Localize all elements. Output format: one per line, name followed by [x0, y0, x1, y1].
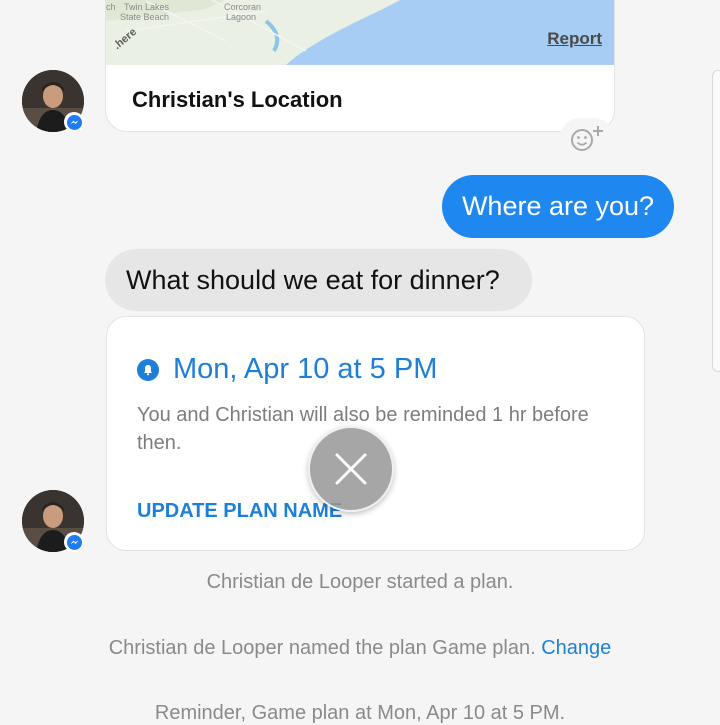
messenger-bolt-icon	[70, 540, 78, 544]
map-label: Lagoon	[226, 12, 257, 22]
location-card[interactable]: ch Twin Lakes State Beach Corcoran Lagoo…	[105, 0, 615, 132]
location-title: Christian's Location	[132, 87, 343, 112]
system-message-started: Christian de Looper started a plan.	[0, 571, 720, 594]
map-label: ch	[106, 2, 116, 12]
report-link[interactable]: Report	[547, 29, 602, 49]
smiley-plus-icon	[571, 126, 603, 151]
system-message-named: Christian de Looper named the plan Game …	[0, 637, 720, 660]
map-label: Twin Lakes	[124, 2, 170, 12]
system-message-reminder: Reminder, Game plan at Mon, Apr 10 at 5 …	[0, 702, 720, 725]
map-label: Corcoran	[224, 2, 262, 12]
system-text: Christian de Looper named the plan Game …	[108, 637, 536, 659]
system-text: Reminder, Game plan at Mon, Apr 10 at 5 …	[154, 702, 566, 724]
map-graphic	[106, 0, 614, 65]
messenger-badge-icon	[64, 112, 84, 132]
messenger-badge-icon	[64, 532, 84, 552]
system-text: Christian de Looper started a plan.	[206, 571, 514, 593]
map-preview[interactable]: ch Twin Lakes State Beach Corcoran Lagoo…	[106, 0, 614, 65]
map-label: State Beach	[120, 12, 170, 22]
outgoing-message[interactable]: Where are you?	[442, 175, 674, 238]
update-plan-name-button[interactable]: UPDATE PLAN NAME	[137, 500, 342, 523]
change-plan-name-link[interactable]: Change	[541, 637, 611, 659]
side-panel-edge[interactable]	[712, 70, 720, 372]
add-reaction-button[interactable]	[560, 118, 614, 158]
plan-date: Mon, Apr 10 at 5 PM	[173, 353, 438, 385]
plan-date-row: Mon, Apr 10 at 5 PM	[137, 353, 437, 386]
bell-icon	[137, 358, 159, 381]
close-button[interactable]	[308, 426, 394, 512]
close-icon	[335, 453, 367, 485]
messenger-bolt-icon	[70, 120, 78, 124]
incoming-message[interactable]: What should we eat for dinner?	[105, 249, 532, 311]
